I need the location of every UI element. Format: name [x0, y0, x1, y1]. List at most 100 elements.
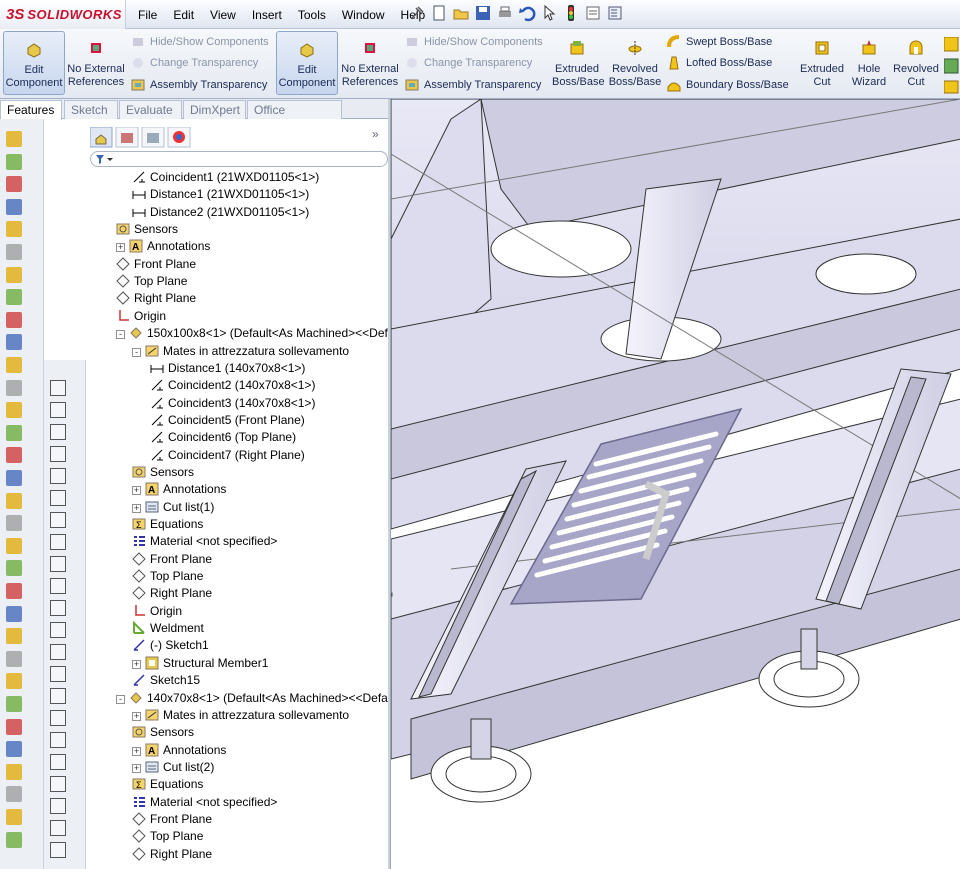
tree-node[interactable]: (-) Sketch1 — [132, 637, 209, 654]
menu-insert[interactable]: Insert — [244, 8, 290, 22]
sketch-tool-icon[interactable] — [50, 732, 66, 748]
toolbar-tool-icon[interactable] — [6, 673, 22, 690]
tree-node[interactable]: + A Annotations — [132, 481, 226, 498]
toolbar-tool-icon[interactable] — [6, 696, 22, 712]
revolved-boss-button[interactable]: Revolved Boss/Base — [608, 31, 662, 95]
tree-node[interactable]: Top Plane — [132, 568, 203, 585]
toolbar-tool-icon[interactable] — [6, 741, 22, 758]
tree-node[interactable]: - 140x70x8<1> (Default<As Machined><<Defa — [116, 690, 388, 707]
toolbar-tool-icon[interactable] — [6, 763, 22, 780]
change-transparency-button-2[interactable]: Change Transparency — [402, 53, 532, 73]
sketch-tool-icon[interactable] — [50, 820, 66, 836]
change-transparency-button[interactable]: Change Transparency — [128, 53, 258, 73]
sketch-tool-icon[interactable] — [50, 578, 66, 594]
no-external-references-button[interactable]: No External References — [67, 31, 125, 95]
tree-node[interactable]: Coincident2 (140x70x8<1>) — [150, 377, 315, 394]
tree-node[interactable]: Material <not specified> — [132, 533, 277, 550]
new-document-icon[interactable] — [430, 4, 448, 22]
pin-icon[interactable] — [408, 4, 426, 22]
tree-node[interactable]: + Structural Member1 — [132, 655, 268, 672]
toolbar-tool-icon[interactable] — [6, 153, 22, 170]
tab-dimxpert[interactable]: DimXpert — [183, 100, 246, 119]
toolbar-tool-icon[interactable] — [6, 131, 22, 147]
more-features-icons[interactable] — [944, 37, 960, 97]
toolbar-tool-icon[interactable] — [6, 470, 22, 486]
collapse-panel-icon[interactable]: ◂ — [391, 589, 393, 600]
expand-panel-icon[interactable]: » — [372, 127, 379, 141]
tree-node[interactable]: Right Plane — [132, 846, 212, 863]
sketch-tool-icon[interactable] — [50, 666, 66, 682]
sketch-tool-icon[interactable] — [50, 842, 66, 858]
solidworks-logo[interactable]: 3S SOLIDWORKS — [0, 0, 126, 29]
tab-features[interactable]: Features — [0, 100, 62, 120]
tree-filter-input[interactable] — [90, 151, 388, 167]
expand-icon[interactable]: + — [132, 746, 141, 756]
lofted-boss-button[interactable]: Lofted Boss/Base — [664, 53, 772, 73]
toolbar-tool-icon[interactable] — [6, 244, 22, 260]
undo-icon[interactable] — [518, 4, 536, 22]
sketch-tool-icon[interactable] — [50, 600, 66, 616]
tree-node[interactable]: Front Plane — [132, 811, 212, 828]
tree-node[interactable]: Front Plane — [132, 551, 212, 568]
tree-node[interactable]: Sensors — [116, 221, 178, 238]
hide-show-components-button-2[interactable]: Hide/Show Components — [402, 32, 543, 52]
tree-node[interactable]: Coincident5 (Front Plane) — [150, 412, 305, 429]
extruded-cut-button[interactable]: Extruded Cut — [796, 31, 848, 95]
toolbar-tool-icon[interactable] — [6, 831, 22, 848]
tab-office-products[interactable]: Office Products — [247, 100, 342, 131]
toolbar-tool-icon[interactable] — [6, 176, 22, 193]
revolved-cut-button[interactable]: Revolved Cut — [892, 31, 940, 95]
tree-tab-icons[interactable] — [90, 127, 200, 149]
collapse-icon[interactable]: - — [116, 694, 125, 704]
sketch-tool-icon[interactable] — [50, 490, 66, 506]
toolbar-tool-icon[interactable] — [6, 424, 22, 441]
toolbar-tool-icon[interactable] — [6, 583, 22, 599]
swept-boss-button[interactable]: Swept Boss/Base — [664, 32, 772, 52]
toolbar-tool-icon[interactable] — [6, 515, 22, 532]
menu-window[interactable]: Window — [334, 8, 393, 22]
sketch-tool-icon[interactable] — [50, 424, 66, 440]
tab-sketch[interactable]: Sketch — [64, 100, 118, 119]
sketch-tool-icon[interactable] — [50, 622, 66, 638]
edit-component-button-2[interactable]: Edit Component — [276, 31, 338, 95]
toolbar-tool-icon[interactable] — [6, 447, 22, 464]
sketch-tool-icon[interactable] — [50, 534, 66, 550]
toolbar-tool-icon[interactable] — [6, 379, 22, 396]
sketch-tool-icon[interactable] — [50, 688, 66, 704]
options-icon[interactable] — [606, 4, 624, 22]
tree-node[interactable]: Material <not specified> — [132, 794, 277, 811]
hide-show-components-button[interactable]: Hide/Show Components — [128, 32, 269, 52]
toolbar-tool-icon[interactable] — [6, 605, 22, 622]
toolbar-tool-icon[interactable] — [6, 357, 22, 373]
menu-view[interactable]: View — [202, 8, 244, 22]
sketch-tool-icon[interactable] — [50, 446, 66, 462]
rebuild-traffic-light-icon[interactable] — [562, 4, 580, 22]
expand-icon[interactable]: + — [132, 659, 141, 669]
toolbar-tool-icon[interactable] — [6, 628, 22, 645]
tree-node[interactable]: Top Plane — [116, 273, 187, 290]
sketch-tool-icon[interactable] — [50, 380, 66, 396]
toolbar-tool-icon[interactable] — [6, 266, 22, 283]
tree-node[interactable]: Coincident3 (140x70x8<1>) — [150, 395, 315, 412]
toolbar-tool-icon[interactable] — [6, 198, 22, 215]
toolbar-tool-icon[interactable] — [6, 221, 22, 238]
expand-icon[interactable]: + — [132, 486, 141, 496]
toolbar-tool-icon[interactable] — [6, 650, 22, 667]
toolbar-tool-icon[interactable] — [6, 311, 22, 328]
toolbar-tool-icon[interactable] — [6, 809, 22, 825]
tree-node[interactable]: Sensors — [132, 464, 194, 481]
tree-node[interactable]: - 150x100x8<1> (Default<As Machined><<Def — [116, 325, 388, 342]
file-properties-icon[interactable] — [584, 4, 602, 22]
menu-file[interactable]: File — [130, 8, 165, 22]
tree-node[interactable]: Weldment — [132, 620, 204, 637]
boundary-boss-button[interactable]: Boundary Boss/Base — [664, 75, 789, 95]
toolbar-tool-icon[interactable] — [6, 289, 22, 306]
menu-tools[interactable]: Tools — [290, 8, 334, 22]
sketch-tool-icon[interactable] — [50, 468, 66, 484]
tree-node[interactable]: Origin — [132, 603, 182, 620]
tree-node[interactable]: Sketch15 — [132, 672, 200, 689]
collapse-icon[interactable]: - — [116, 330, 125, 340]
toolbar-tool-icon[interactable] — [6, 560, 22, 577]
tree-node[interactable]: - Mates in attrezzatura sollevamento — [132, 343, 349, 360]
tree-node[interactable]: + A Annotations — [116, 238, 210, 255]
